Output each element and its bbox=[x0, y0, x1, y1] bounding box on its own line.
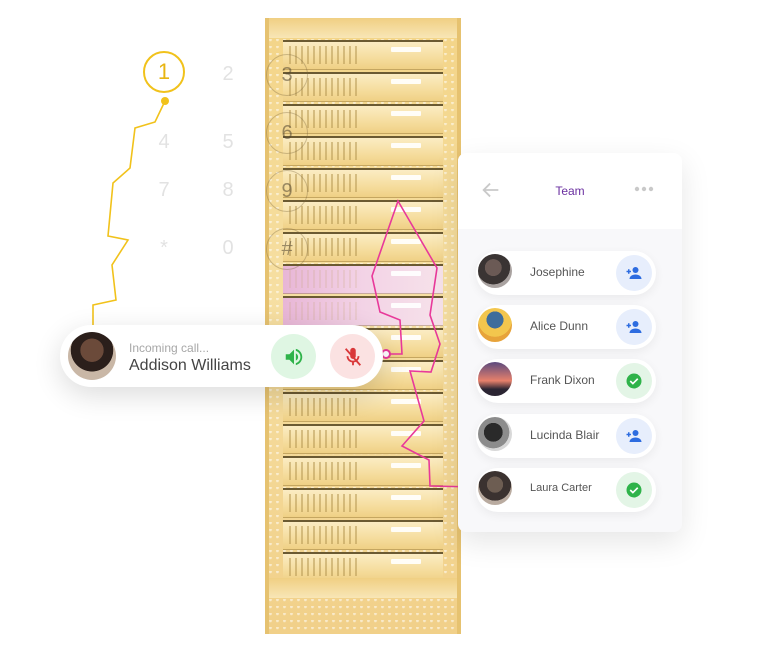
rack-unit bbox=[283, 200, 443, 230]
team-member-item[interactable]: Alice Dunn bbox=[476, 305, 656, 349]
member-avatar bbox=[478, 417, 512, 451]
team-member-item[interactable]: Frank Dixon bbox=[476, 359, 656, 403]
rack-unit bbox=[283, 520, 443, 550]
member-name: Laura Carter bbox=[530, 482, 592, 494]
rack-unit bbox=[283, 456, 443, 486]
rack-top-band bbox=[269, 18, 457, 38]
more-horizontal-icon[interactable] bbox=[634, 184, 654, 194]
dial-digit: 7 bbox=[158, 179, 170, 201]
rack-unit bbox=[283, 488, 443, 518]
rack-unit bbox=[283, 40, 443, 70]
team-member-item[interactable]: Laura Carter bbox=[476, 468, 656, 512]
rack-unit bbox=[283, 136, 443, 166]
speaker-button[interactable] bbox=[271, 334, 316, 379]
dial-key-9[interactable]: 9 bbox=[266, 170, 308, 212]
call-status: Incoming call... bbox=[129, 341, 210, 355]
dial-key-6[interactable]: 6 bbox=[266, 112, 308, 154]
member-name: Alice Dunn bbox=[530, 319, 589, 333]
member-name: Frank Dixon bbox=[530, 373, 595, 387]
add-user-icon bbox=[626, 321, 642, 333]
caller-name: Addison Williams bbox=[129, 357, 251, 374]
team-panel: Team Josephine Alice Dunn Frank Dixon Lu… bbox=[458, 153, 682, 532]
step-marker: 1 bbox=[143, 51, 185, 93]
add-member-button[interactable] bbox=[616, 418, 652, 454]
add-user-icon bbox=[626, 430, 642, 442]
dial-key-3[interactable]: 3 bbox=[266, 54, 308, 96]
dial-digit: 0 bbox=[222, 237, 234, 259]
speaker-icon bbox=[285, 348, 302, 365]
member-avatar bbox=[478, 471, 512, 505]
dial-digit: * bbox=[160, 237, 168, 259]
dial-digit: 4 bbox=[158, 131, 170, 153]
team-member-item[interactable]: Lucinda Blair bbox=[476, 414, 656, 458]
add-member-button[interactable] bbox=[616, 255, 652, 291]
member-avatar bbox=[478, 362, 512, 396]
rack-unit bbox=[283, 424, 443, 454]
mic-off-icon bbox=[344, 347, 361, 366]
team-member-item[interactable]: Josephine bbox=[476, 251, 656, 295]
member-avatar bbox=[478, 308, 512, 342]
member-name: Josephine bbox=[530, 265, 585, 279]
rack-unit bbox=[283, 264, 443, 294]
dial-digit: 5 bbox=[222, 131, 234, 153]
add-member-button[interactable] bbox=[616, 309, 652, 345]
mute-button[interactable] bbox=[330, 334, 375, 379]
incoming-call-card: Incoming call... Addison Williams bbox=[60, 325, 383, 387]
check-icon bbox=[626, 373, 642, 389]
dial-digit: 2 bbox=[222, 63, 234, 85]
add-user-icon bbox=[626, 267, 642, 279]
dial-digit: 8 bbox=[222, 179, 234, 201]
rack-bottom-band bbox=[269, 578, 457, 598]
member-added-status bbox=[616, 472, 652, 508]
team-header: Team bbox=[458, 153, 682, 229]
member-avatar bbox=[478, 254, 512, 288]
rack-unit bbox=[283, 296, 443, 326]
member-added-status bbox=[616, 363, 652, 399]
rack-unit bbox=[283, 392, 443, 422]
caller-avatar bbox=[68, 332, 116, 380]
member-name: Lucinda Blair bbox=[530, 428, 600, 442]
yellow-connector-dot-top bbox=[161, 97, 169, 105]
dial-key-hash[interactable]: # bbox=[266, 228, 308, 270]
check-icon bbox=[626, 482, 642, 498]
